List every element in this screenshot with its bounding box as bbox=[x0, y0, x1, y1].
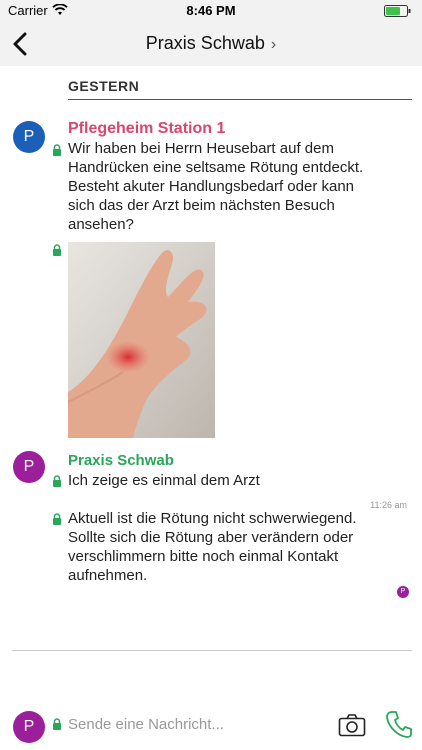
battery-icon bbox=[384, 5, 411, 17]
status-time: 8:46 PM bbox=[186, 3, 236, 18]
lock-icon bbox=[53, 475, 61, 487]
avatar[interactable]: P bbox=[13, 451, 45, 483]
lock-icon bbox=[53, 513, 61, 525]
status-bar: Carrier 8:46 PM bbox=[0, 0, 422, 22]
message-input[interactable]: Sende eine Nachricht... bbox=[68, 716, 224, 733]
lock-icon bbox=[53, 718, 61, 730]
composer-divider bbox=[12, 650, 412, 651]
message-text: Aktuell ist die Rötung nicht schwerwiege… bbox=[68, 510, 357, 584]
avatar[interactable]: P bbox=[13, 121, 45, 153]
chevron-right-icon: › bbox=[270, 36, 277, 53]
camera-icon[interactable] bbox=[338, 713, 366, 737]
hand-photo-image bbox=[68, 242, 215, 438]
day-header: GESTERN bbox=[68, 78, 140, 94]
hand-photo[interactable] bbox=[68, 242, 215, 438]
message-text: Ich zeige es einmal dem Arzt bbox=[68, 472, 260, 489]
sender-name: Pflegeheim Station 1 bbox=[68, 120, 226, 137]
phone-icon[interactable] bbox=[386, 710, 412, 738]
composer-avatar[interactable]: P bbox=[13, 711, 45, 743]
sender-name: Praxis Schwab bbox=[68, 452, 174, 469]
read-receipt-avatar: P bbox=[397, 586, 409, 598]
day-divider bbox=[68, 99, 412, 100]
lock-icon bbox=[53, 244, 61, 256]
conversation-title: Praxis Schwab bbox=[145, 33, 265, 53]
lock-icon bbox=[53, 144, 61, 156]
conversation-title-button[interactable]: Praxis Schwab › bbox=[0, 33, 422, 54]
navigation-bar: Praxis Schwab › bbox=[0, 22, 422, 66]
message-text: Wir haben bei Herrn Heusebart auf dem Ha… bbox=[68, 140, 364, 233]
